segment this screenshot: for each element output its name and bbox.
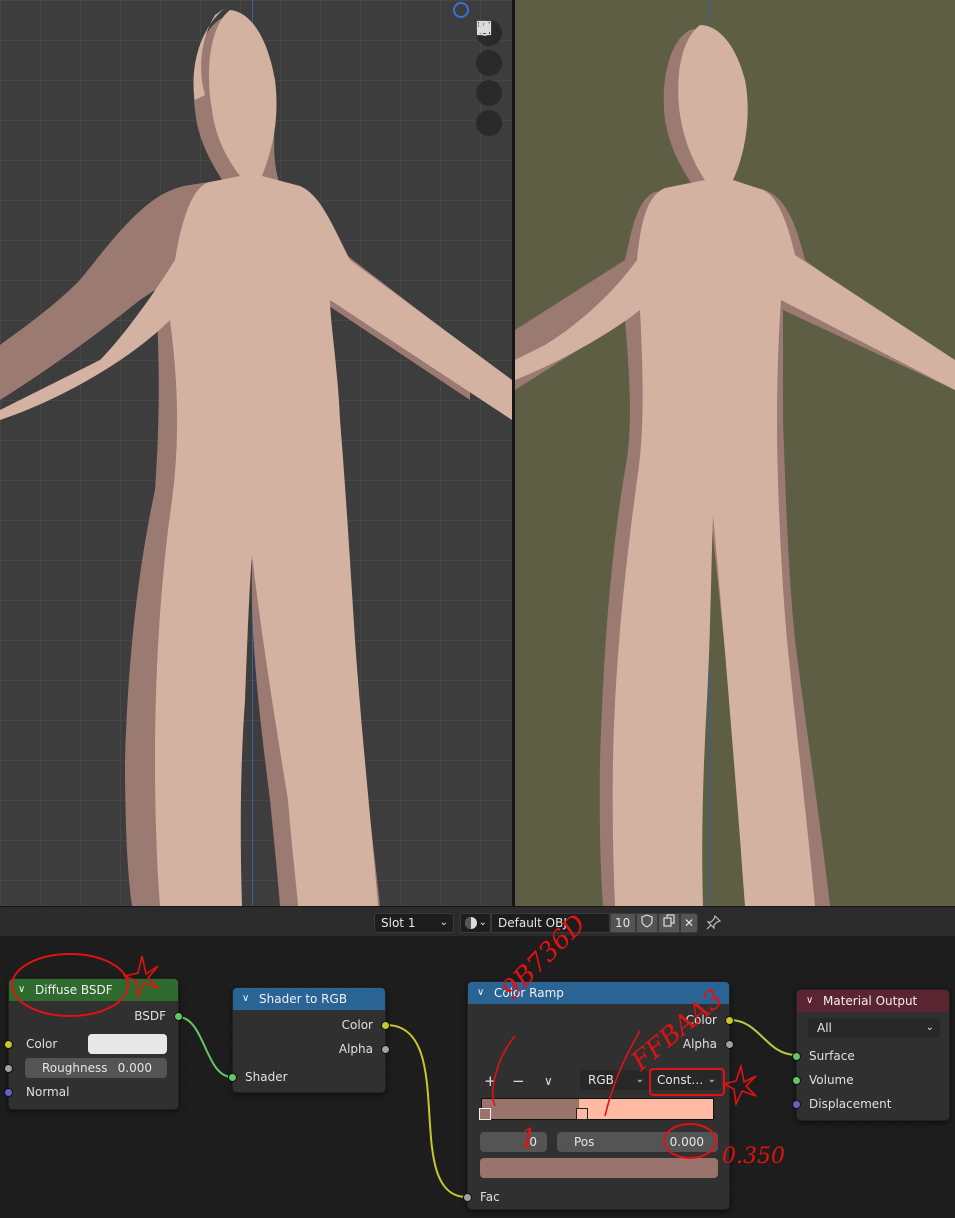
duplicate-button[interactable] — [658, 913, 680, 933]
shield-icon — [641, 914, 653, 928]
viewport-solid[interactable] — [0, 0, 512, 906]
navigation-gizmo — [476, 20, 502, 140]
viewport-camera[interactable] — [515, 0, 955, 906]
node-editor-canvas[interactable]: ∨ Diffuse BSDF BSDF Color Roughness 0.00… — [0, 909, 955, 1218]
annotation-circle-pos — [663, 1123, 717, 1159]
material-browse-button[interactable]: ⌄ — [460, 913, 491, 933]
character-figure-toon — [515, 25, 955, 906]
close-icon: ✕ — [684, 916, 695, 930]
duplicate-icon — [663, 914, 675, 927]
slot-label: Slot 1 — [381, 916, 416, 930]
unlink-button[interactable]: ✕ — [680, 913, 698, 933]
fake-user-button[interactable] — [636, 913, 658, 933]
pan-hand-icon[interactable] — [476, 21, 502, 76]
annotation-pointer-dark — [491, 1035, 516, 1107]
slot-dropdown[interactable]: Slot 1 ⌄ — [374, 913, 454, 933]
material-sphere-icon — [465, 917, 477, 929]
annotation-star-interpolation — [721, 1062, 757, 1107]
user-count-label: 10 — [615, 916, 631, 930]
annotation-stop-note: 1 — [520, 1124, 537, 1154]
annotation-star-diffuse — [122, 955, 159, 999]
user-count[interactable]: 10 — [610, 913, 636, 933]
annotation-pointer-light — [604, 1030, 641, 1117]
annotation-box-interpolation — [649, 1068, 725, 1096]
annotation-marks — [11, 953, 757, 1159]
grid-view-icon[interactable] — [476, 20, 502, 136]
chevron-down-icon: ⌄ — [439, 917, 448, 928]
chevron-down-icon: ⌄ — [478, 917, 487, 928]
pin-icon[interactable] — [706, 914, 722, 933]
character-figure-solid — [0, 8, 512, 906]
gizmo-axis-indicator[interactable] — [453, 2, 469, 18]
annotation-circle-diffuse — [11, 953, 129, 1017]
annotation-pos-note: 0.350 — [722, 1144, 785, 1169]
camera-icon[interactable] — [476, 21, 502, 106]
node-editor-header: Slot 1 ⌄ ⌄ Default OBJ 10 ✕ — [0, 906, 955, 936]
